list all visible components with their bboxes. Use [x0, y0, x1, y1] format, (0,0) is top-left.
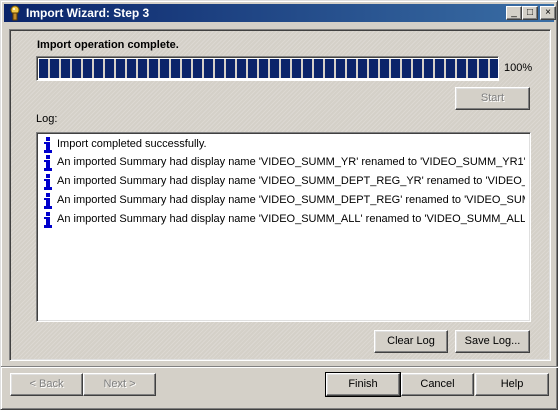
save-log-label: Save Log...	[464, 335, 521, 347]
info-icon	[44, 193, 52, 209]
log-entry: An imported Summary had display name 'VI…	[41, 211, 525, 229]
log-entry: An imported Summary had display name 'VI…	[41, 173, 525, 191]
next-button[interactable]: Next >	[83, 373, 156, 396]
maximize-button[interactable]: □	[522, 6, 538, 20]
title-bar[interactable]: Import Wizard: Step 3 _ □ ×	[4, 4, 556, 22]
minimize-icon: _	[511, 7, 517, 18]
finish-button[interactable]: Finish	[325, 372, 401, 397]
save-log-button[interactable]: Save Log...	[455, 330, 530, 353]
back-label: < Back	[29, 378, 64, 390]
start-button-label: Start	[480, 92, 505, 104]
close-icon: ×	[545, 7, 551, 18]
log-entry-text: An imported Summary had display name 'VI…	[57, 156, 525, 168]
import-wizard-window: Import Wizard: Step 3 _ □ × Import opera…	[0, 0, 558, 410]
progress-fill	[39, 59, 498, 78]
progress-bar	[36, 56, 499, 81]
log-entry: Import completed successfully.	[41, 136, 525, 154]
log-entry-text: An imported Summary had display name 'VI…	[57, 175, 525, 187]
window-title: Import Wizard: Step 3	[26, 6, 150, 20]
next-label: Next >	[103, 378, 136, 390]
finish-label: Finish	[348, 378, 378, 390]
footer-separator	[1, 366, 558, 368]
log-entry: An imported Summary had display name 'VI…	[41, 154, 525, 172]
log-entry: An imported Summary had display name 'VI…	[41, 192, 525, 210]
maximize-icon: □	[526, 7, 534, 18]
cancel-button[interactable]: Cancel	[401, 373, 474, 396]
log-entry-text: An imported Summary had display name 'VI…	[57, 194, 525, 206]
info-icon	[44, 155, 52, 171]
info-icon	[44, 174, 52, 190]
minimize-button[interactable]: _	[506, 6, 522, 20]
cancel-label: Cancel	[420, 378, 455, 390]
progress-percent: 100%	[504, 62, 533, 74]
log-entry-text: Import completed successfully.	[57, 138, 207, 150]
log-label: Log:	[36, 113, 58, 125]
wizard-app-icon	[10, 5, 20, 21]
log-list[interactable]: Import completed successfully. An import…	[36, 132, 531, 322]
info-icon	[44, 137, 52, 153]
clear-log-label: Clear Log	[387, 335, 435, 347]
back-button[interactable]: < Back	[10, 373, 83, 396]
help-label: Help	[500, 378, 524, 390]
close-button[interactable]: ×	[540, 6, 556, 20]
log-entry-text: An imported Summary had display name 'VI…	[57, 213, 525, 225]
help-button[interactable]: Help	[475, 373, 549, 396]
start-button[interactable]: Start	[455, 87, 530, 110]
status-message: Import operation complete.	[37, 39, 179, 51]
clear-log-button[interactable]: Clear Log	[374, 330, 448, 353]
info-icon	[44, 212, 52, 228]
